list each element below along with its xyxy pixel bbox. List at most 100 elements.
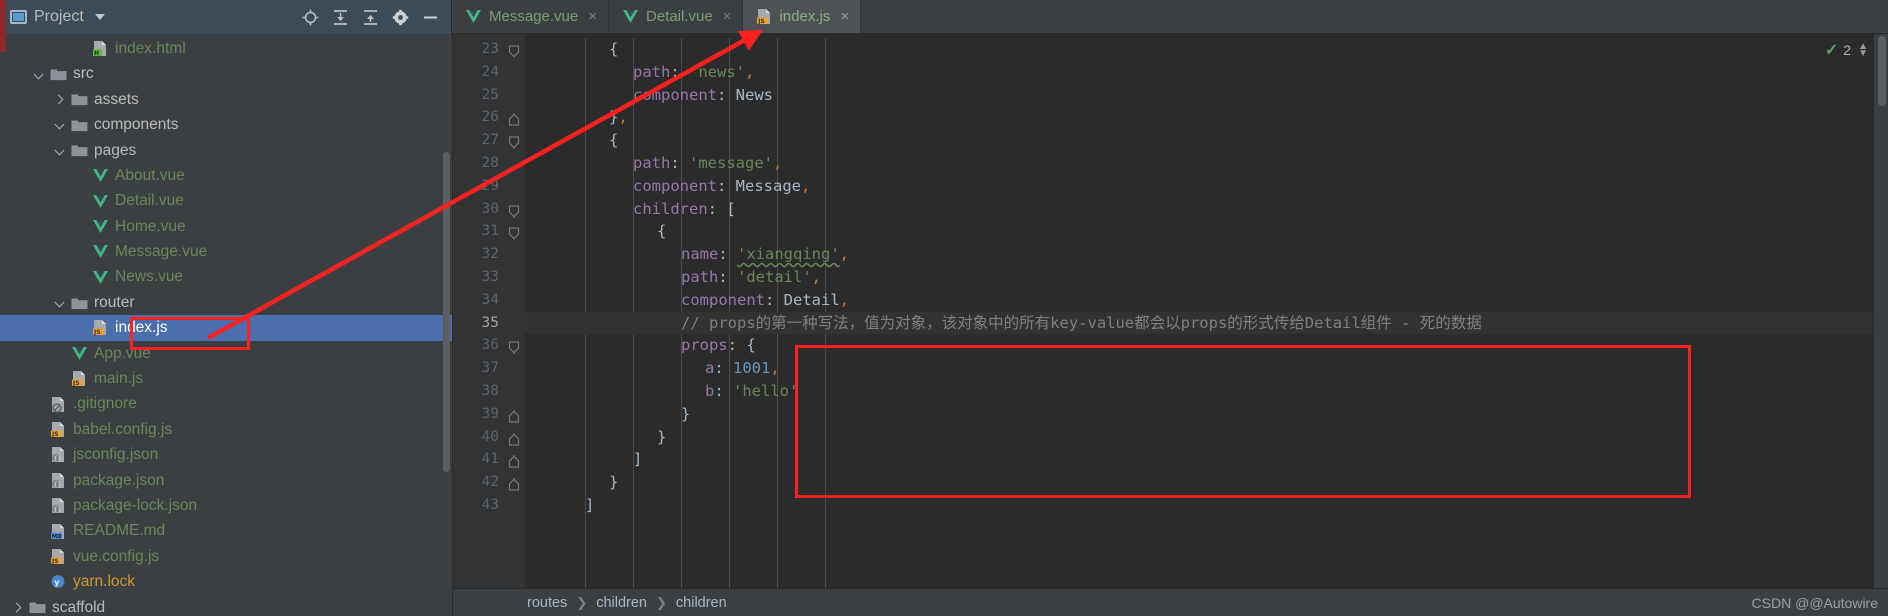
code-token-punct: : (707, 199, 727, 218)
code-fold-icon[interactable] (508, 225, 520, 241)
code-text-area[interactable]: {path: 'news', component: News},{path: 'm… (525, 34, 1888, 588)
tree-item-src[interactable]: src (0, 61, 452, 86)
line-number: 42 (453, 471, 525, 494)
code-line: { (525, 220, 1888, 243)
line-number-value: 37 (481, 360, 499, 377)
line-number: 41 (453, 448, 525, 471)
tree-item-vue-config-js[interactable]: JS vue.config.js (0, 544, 452, 569)
tree-item-package-lock-json[interactable]: {} package-lock.json (0, 493, 452, 518)
tree-item-package-json[interactable]: {} package.json (0, 468, 452, 493)
code-editor: 23 24 25 26 27 28 29 30 31 32 33 34 35 36 37 38 39 40 41 42… (453, 34, 1888, 616)
editor-tab-index-js[interactable]: JS index.js × (743, 0, 862, 33)
line-number: 37 (453, 357, 525, 380)
collapse-all-icon[interactable] (355, 4, 385, 30)
editor-tab-detail-vue[interactable]: Detail.vue × (608, 0, 744, 33)
settings-gear-icon[interactable] (385, 4, 415, 30)
inspection-widget[interactable]: ✓ 2 ▲ ▼ (1819, 38, 1874, 62)
line-number-value: 23 (481, 41, 499, 57)
chevron-down-icon[interactable] (54, 118, 67, 131)
code-fold-icon[interactable] (508, 203, 520, 218)
line-number: 31 (453, 220, 525, 243)
code-token-key: path (633, 153, 671, 172)
tree-item-main-js[interactable]: JS main.js (0, 366, 452, 391)
line-number-value: 40 (481, 428, 499, 445)
code-token-comment: // props的第一种写法，值为对象，该对象中的所有key-value都会以p… (681, 313, 1482, 332)
chevron-down-icon[interactable]: ▼ (1858, 49, 1868, 59)
breadcrumb-children-1[interactable]: children (596, 595, 647, 611)
chevron-down-icon[interactable] (54, 296, 67, 309)
code-fold-icon[interactable] (508, 408, 520, 423)
code-token-str: 'news' (689, 62, 745, 81)
close-icon[interactable]: × (723, 9, 732, 24)
tree-item-label: jsconfig.json (73, 446, 159, 464)
code-line: }, (525, 106, 1888, 129)
tree-item-home-vue[interactable]: Home.vue (0, 214, 452, 239)
tree-item-gitignore[interactable]: .gitignore (0, 391, 452, 416)
code-token-comma: , (773, 153, 783, 172)
code-token-punct: : (670, 153, 689, 172)
project-panel-title[interactable]: Project (10, 8, 105, 26)
code-token-brace: { (657, 222, 667, 241)
tree-item-babel-config-js[interactable]: JS babel.config.js (0, 417, 452, 442)
code-fold-icon[interactable] (508, 43, 520, 58)
tree-item-detail-vue[interactable]: Detail.vue (0, 188, 452, 213)
tree-item-router[interactable]: router (0, 290, 452, 315)
code-token-key: path (681, 267, 719, 286)
code-token-str: 'message' (689, 153, 773, 172)
tree-item-pages[interactable]: pages (0, 138, 452, 163)
code-fold-icon[interactable] (508, 134, 520, 150)
editor-scrollbar-thumb[interactable] (1878, 36, 1886, 106)
chevron-down-icon[interactable] (94, 14, 105, 20)
code-token-key: a (705, 359, 715, 378)
code-fold-icon[interactable] (508, 431, 520, 446)
vue-file-icon (91, 218, 109, 235)
chevron-down-icon[interactable] (33, 68, 46, 81)
tree-item-scaffold[interactable]: scaffold (0, 595, 452, 616)
line-number: 43 (453, 494, 525, 517)
code-line: { (525, 38, 1888, 61)
chevron-down-icon[interactable] (54, 144, 67, 157)
tree-item-components[interactable]: components (0, 112, 452, 137)
close-icon[interactable]: × (588, 9, 597, 24)
tree-item-news-vue[interactable]: News.vue (0, 265, 452, 290)
chevron-right-icon[interactable] (54, 93, 67, 106)
code-fold-icon[interactable] (508, 453, 520, 468)
tree-item-message-vue[interactable]: Message.vue (0, 239, 452, 264)
sidebar-scrollbar-thumb[interactable] (443, 152, 450, 472)
code-fold-icon[interactable] (508, 476, 520, 491)
marker-gutter[interactable] (1873, 34, 1888, 588)
expand-all-icon[interactable] (325, 4, 355, 30)
code-line: component: Message, (525, 175, 1888, 198)
locate-icon[interactable] (295, 4, 325, 30)
code-token-comma: , (770, 359, 780, 378)
inspection-nav-arrows[interactable]: ▲ ▼ (1858, 42, 1868, 59)
inspection-count: 2 (1843, 42, 1852, 58)
code-token-brace: { (609, 131, 619, 150)
tree-item-label: Home.vue (115, 217, 186, 235)
tree-item-assets[interactable]: assets (0, 87, 452, 112)
vue-file-icon (465, 9, 482, 24)
hide-panel-icon[interactable] (415, 4, 445, 30)
code-token-key: props (681, 336, 728, 355)
tree-item-about-vue[interactable]: About.vue (0, 163, 452, 188)
tree-item-jsconfig-json[interactable]: {} jsconfig.json (0, 442, 452, 467)
tree-item-readme-md[interactable]: MD README.md (0, 518, 452, 543)
chevron-right-icon[interactable] (12, 601, 25, 614)
tree-item-label: package-lock.json (73, 496, 198, 514)
code-line: path: 'message', (525, 152, 1888, 175)
vue-file-icon (91, 243, 109, 260)
code-fold-icon[interactable] (508, 111, 520, 126)
tree-item-index-html[interactable]: Hindex.html (0, 36, 452, 61)
tree-item-yarn-lock[interactable]: y yarn.lock (0, 569, 452, 594)
editor-tab-message-vue[interactable]: Message.vue × (452, 0, 609, 33)
breadcrumb-children-2[interactable]: children (676, 595, 727, 611)
line-number-value: 32 (481, 246, 499, 263)
code-token-typo: 'xiangqing' (737, 245, 840, 264)
breadcrumb-routes[interactable]: routes (527, 595, 567, 611)
close-icon[interactable]: × (840, 9, 849, 24)
code-fold-icon[interactable] (508, 339, 520, 355)
